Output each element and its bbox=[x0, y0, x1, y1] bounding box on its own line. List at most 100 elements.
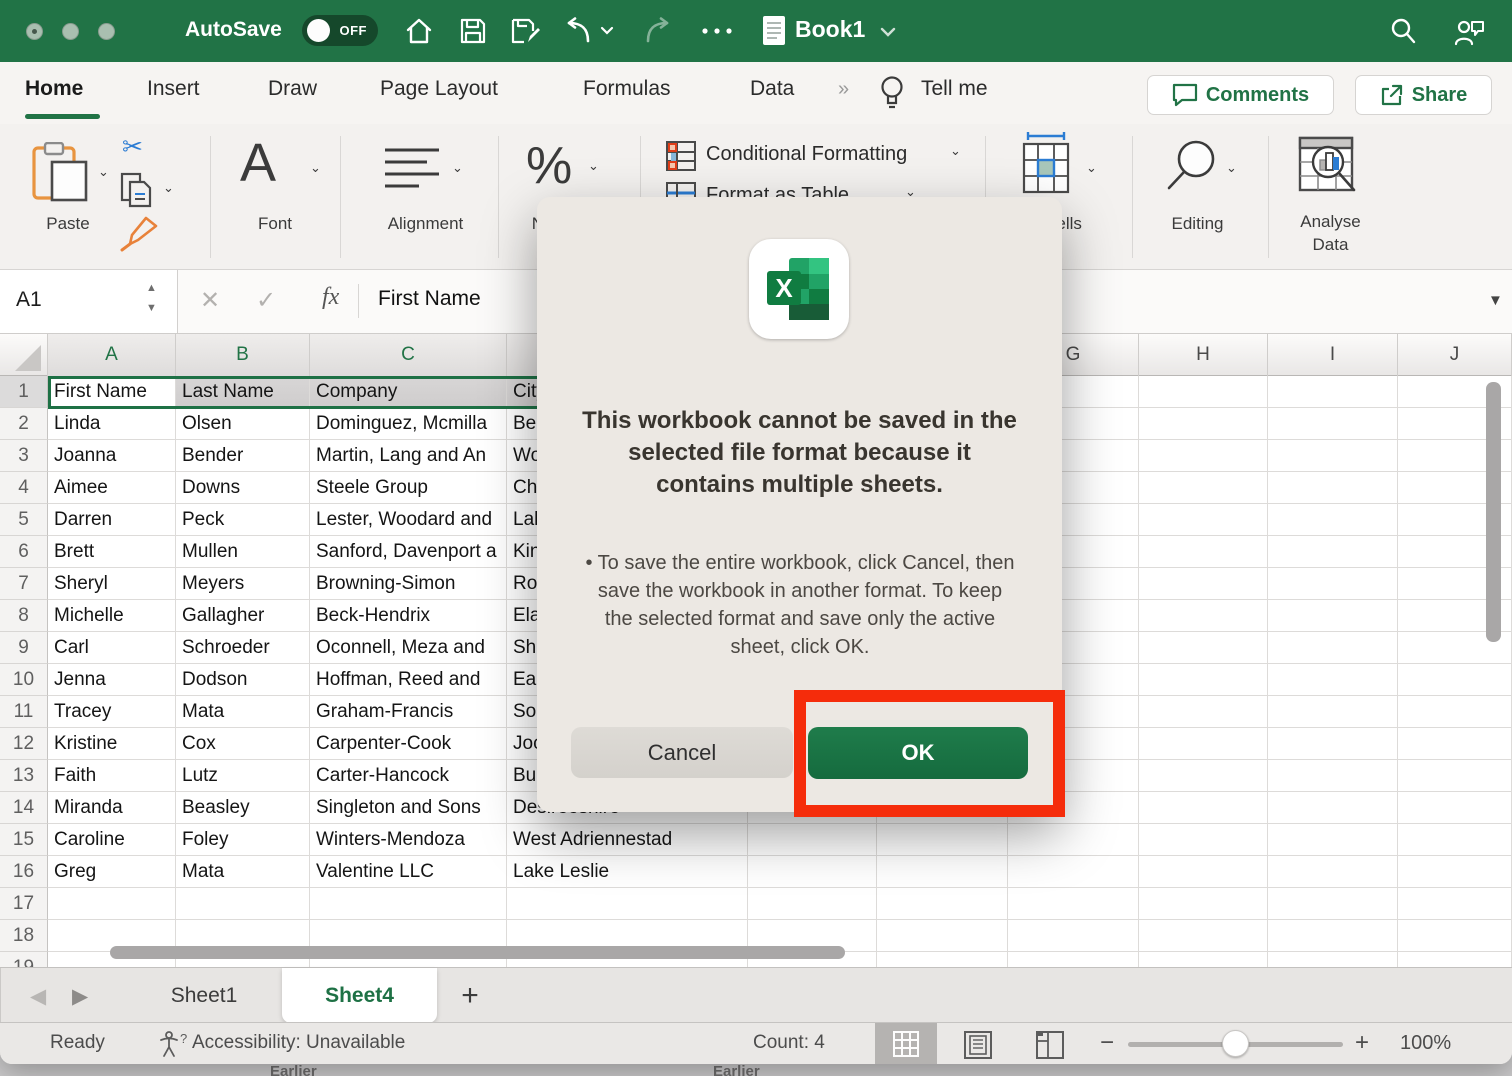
grid-cell[interactable]: Lutz bbox=[176, 760, 310, 792]
row-header-3[interactable]: 3 bbox=[0, 440, 48, 472]
grid-cell[interactable] bbox=[1398, 856, 1512, 888]
grid-cell[interactable] bbox=[1139, 920, 1268, 952]
grid-cell[interactable]: Oconnell, Meza and bbox=[310, 632, 507, 664]
grid-cell[interactable]: Darren bbox=[48, 504, 176, 536]
header-cell-company[interactable]: Company bbox=[310, 376, 507, 408]
grid-cell[interactable] bbox=[1268, 664, 1398, 696]
grid-cell[interactable] bbox=[1268, 952, 1398, 967]
column-header-J[interactable]: J bbox=[1398, 334, 1512, 376]
paste-chevron-icon[interactable]: ⌄ bbox=[98, 164, 109, 180]
grid-cell[interactable] bbox=[748, 888, 877, 920]
autosave-toggle[interactable]: OFF bbox=[302, 15, 378, 46]
row-header-10[interactable]: 10 bbox=[0, 664, 48, 696]
number-format-icon[interactable]: % bbox=[526, 136, 572, 196]
grid-cell[interactable]: Carl bbox=[48, 632, 176, 664]
document-title[interactable]: Book1 bbox=[795, 16, 865, 43]
grid-cell[interactable] bbox=[176, 888, 310, 920]
grid-cell[interactable] bbox=[1398, 760, 1512, 792]
grid-cell[interactable] bbox=[1139, 664, 1268, 696]
grid-cell[interactable] bbox=[1268, 824, 1398, 856]
grid-cell[interactable] bbox=[1139, 568, 1268, 600]
grid-cell[interactable]: Gallagher bbox=[176, 600, 310, 632]
name-box[interactable]: A1 ▲ ▼ bbox=[0, 270, 178, 333]
grid-cell[interactable]: Cox bbox=[176, 728, 310, 760]
grid-cell[interactable]: West Adriennestad bbox=[507, 824, 748, 856]
grid-cell[interactable]: Singleton and Sons bbox=[310, 792, 507, 824]
row-header-1[interactable]: 1 bbox=[0, 376, 48, 408]
grid-cell[interactable] bbox=[1139, 504, 1268, 536]
grid-cell[interactable]: Faith bbox=[48, 760, 176, 792]
add-sheet-button[interactable]: + bbox=[450, 978, 490, 1014]
grid-cell[interactable]: Steele Group bbox=[310, 472, 507, 504]
row-header-12[interactable]: 12 bbox=[0, 728, 48, 760]
vertical-scrollbar[interactable] bbox=[1486, 382, 1501, 642]
grid-cell[interactable] bbox=[507, 888, 748, 920]
header-cell-first-name[interactable]: First Name bbox=[48, 376, 176, 408]
grid-cell[interactable]: Lake Leslie bbox=[507, 856, 748, 888]
row-header-2[interactable]: 2 bbox=[0, 408, 48, 440]
grid-cell[interactable] bbox=[1139, 728, 1268, 760]
grid-cell[interactable] bbox=[1139, 888, 1268, 920]
home-icon[interactable] bbox=[404, 16, 434, 46]
sheet-nav-right-icon[interactable]: ▶ bbox=[72, 984, 88, 1009]
grid-cell[interactable] bbox=[1008, 824, 1139, 856]
grid-cell[interactable] bbox=[310, 888, 507, 920]
grid-cell[interactable] bbox=[1268, 856, 1398, 888]
row-header-8[interactable]: 8 bbox=[0, 600, 48, 632]
grid-cell[interactable]: Tracey bbox=[48, 696, 176, 728]
grid-cell[interactable]: Jenna bbox=[48, 664, 176, 696]
row-header-13[interactable]: 13 bbox=[0, 760, 48, 792]
grid-cell[interactable]: Meyers bbox=[176, 568, 310, 600]
row-header-18[interactable]: 18 bbox=[0, 920, 48, 952]
name-box-down-arrow[interactable]: ▼ bbox=[146, 302, 157, 314]
row-header-17[interactable]: 17 bbox=[0, 888, 48, 920]
window-minimize-button[interactable] bbox=[62, 23, 79, 40]
grid-cell[interactable]: Schroeder bbox=[176, 632, 310, 664]
cancel-button[interactable]: Cancel bbox=[571, 727, 793, 778]
grid-cell[interactable]: Carter-Hancock bbox=[310, 760, 507, 792]
save-as-icon[interactable] bbox=[510, 16, 540, 46]
conditional-formatting-chevron-icon[interactable]: ⌄ bbox=[950, 143, 961, 159]
insert-function-icon[interactable]: fx bbox=[322, 284, 339, 311]
share-button[interactable]: Share bbox=[1355, 75, 1492, 115]
column-header-H[interactable]: H bbox=[1139, 334, 1268, 376]
grid-cell[interactable]: Browning-Simon bbox=[310, 568, 507, 600]
ribbon-tab-home[interactable]: Home bbox=[25, 77, 83, 101]
grid-cell[interactable] bbox=[1398, 920, 1512, 952]
conditional-formatting-icon[interactable] bbox=[666, 141, 696, 171]
grid-cell[interactable]: Valentine LLC bbox=[310, 856, 507, 888]
undo-chevron-icon[interactable] bbox=[600, 26, 614, 36]
normal-view-button[interactable] bbox=[875, 1023, 937, 1064]
grid-cell[interactable] bbox=[1268, 600, 1398, 632]
grid-cell[interactable] bbox=[1268, 472, 1398, 504]
comments-button[interactable]: Comments bbox=[1147, 75, 1334, 115]
sheet-tab-sheet1[interactable]: Sheet1 bbox=[126, 968, 282, 1023]
grid-cell[interactable] bbox=[748, 856, 877, 888]
grid-cell[interactable]: Downs bbox=[176, 472, 310, 504]
row-header-7[interactable]: 7 bbox=[0, 568, 48, 600]
grid-cell[interactable] bbox=[1139, 440, 1268, 472]
formula-bar-value[interactable]: First Name bbox=[378, 287, 481, 311]
window-close-button[interactable] bbox=[26, 23, 43, 40]
grid-cell[interactable]: Michelle bbox=[48, 600, 176, 632]
grid-cell[interactable]: Bender bbox=[176, 440, 310, 472]
grid-cell[interactable] bbox=[1008, 856, 1139, 888]
grid-cell[interactable]: Hoffman, Reed and bbox=[310, 664, 507, 696]
column-header-I[interactable]: I bbox=[1268, 334, 1398, 376]
grid-cell[interactable] bbox=[1008, 888, 1139, 920]
sheet-tab-sheet4[interactable]: Sheet4 bbox=[282, 968, 437, 1023]
grid-cell[interactable] bbox=[1268, 728, 1398, 760]
zoom-slider-thumb[interactable] bbox=[1222, 1030, 1249, 1057]
header-cell-last-name[interactable]: Last Name bbox=[176, 376, 310, 408]
column-header-C[interactable]: C bbox=[310, 334, 507, 376]
grid-cell[interactable] bbox=[1268, 536, 1398, 568]
grid-cell[interactable] bbox=[1139, 824, 1268, 856]
paste-button[interactable] bbox=[30, 142, 92, 202]
grid-cell[interactable]: Caroline bbox=[48, 824, 176, 856]
grid-cell[interactable] bbox=[877, 824, 1008, 856]
cells-chevron-icon[interactable]: ⌄ bbox=[1086, 160, 1097, 176]
grid-cell[interactable]: Carpenter-Cook bbox=[310, 728, 507, 760]
editing-icon[interactable] bbox=[1163, 138, 1219, 194]
grid-cell[interactable]: Linda bbox=[48, 408, 176, 440]
grid-cell[interactable] bbox=[1268, 440, 1398, 472]
